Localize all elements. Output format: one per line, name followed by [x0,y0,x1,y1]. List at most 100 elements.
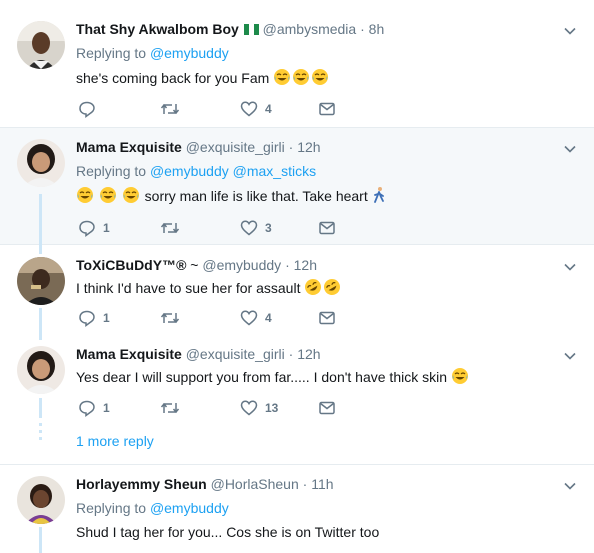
tweet-header: ToXiCBuDdY™® ~ @emybuddy · 12h [76,257,317,273]
tweet-actions: 1 3 [76,218,376,238]
reply-button[interactable]: 1 [78,218,110,238]
caret-down-icon[interactable] [563,24,577,38]
author-name[interactable]: Mama Exquisite [76,139,182,155]
retweet-button[interactable] [160,99,187,119]
reply-icon [79,101,95,118]
timestamp[interactable]: 12h [294,257,317,273]
avatar[interactable] [17,257,65,305]
timestamp[interactable]: 8h [369,21,385,37]
timestamp[interactable]: 11h [311,476,333,492]
avatar[interactable] [17,476,65,524]
reply-button[interactable]: 1 [78,308,110,328]
tears-of-joy-emoji-icon [311,68,329,89]
message-icon [319,221,335,235]
tweet-3[interactable]: ToXiCBuDdY™® ~ @emybuddy · 12h I think I… [0,245,594,340]
author-handle[interactable]: @HorlaSheun [211,476,299,492]
tears-of-joy-emoji-icon [122,186,140,207]
person-walking-emoji-icon [372,186,386,207]
tweet-actions: 1 4 [76,308,376,328]
caret-down-icon[interactable] [563,349,577,363]
retweet-button[interactable] [160,218,187,238]
more-replies-link[interactable]: 1 more reply [76,433,154,449]
caret-down-icon[interactable] [563,142,577,156]
retweet-button[interactable] [160,398,187,418]
tweet-thread: ToXiCBuDdY™® ~ @emybuddy · 12h I think I… [0,245,594,465]
tears-of-joy-emoji-icon [292,68,310,89]
replying-to: Replying to @emybuddy @max_sticks [76,163,316,179]
tweet-header: That Shy Akwalbom Boy @ambysmedia · 8h [76,21,384,37]
message-icon [319,401,335,415]
like-icon [240,400,258,416]
avatar[interactable] [17,21,65,69]
like-button[interactable]: 13 [240,398,278,418]
avatar[interactable] [17,346,65,394]
separator: · [302,476,308,492]
author-handle[interactable]: @emybuddy [202,257,281,273]
author-name[interactable]: Mama Exquisite [76,346,182,362]
message-icon [319,102,335,116]
mention-link[interactable]: @max_sticks [233,163,316,179]
like-count: 13 [265,401,279,415]
message-button[interactable] [318,308,336,328]
reply-button[interactable]: 1 [78,398,110,418]
reply-icon [79,400,95,417]
tears-of-joy-emoji-icon [273,68,291,89]
tweet-body: sorry man life is like that. Take heart [144,188,368,204]
tweet-1[interactable]: That Shy Akwalbom Boy @ambysmedia · 8h R… [0,0,594,128]
like-icon [240,310,258,326]
reply-count: 1 [103,311,110,325]
separator: · [360,21,365,37]
like-button[interactable]: 4 [240,308,272,328]
tears-of-joy-emoji-icon [99,186,117,207]
author-name[interactable]: ToXiCBuDdY™® [76,257,186,273]
author-name[interactable]: Horlayemmy Sheun [76,476,207,492]
reply-icon [79,310,95,327]
tweet-2[interactable]: Mama Exquisite @exquisite_girli · 12h Re… [0,128,594,245]
author-handle[interactable]: @exquisite_girli [186,346,285,362]
separator: · [285,257,290,273]
thread-line [39,527,42,553]
like-button[interactable]: 4 [240,99,272,119]
tears-of-joy-emoji-icon [76,186,94,207]
retweet-button[interactable] [160,308,187,328]
replying-label: Replying to [76,500,147,516]
replying-to: Replying to @emybuddy [76,45,229,61]
mention-link[interactable]: @emybuddy [150,163,229,179]
like-icon [240,101,258,117]
tweet-text: I think I'd have to sue her for assault [76,278,342,299]
like-icon [240,220,258,236]
reply-count: 1 [103,221,110,235]
retweet-icon [160,103,180,115]
tweet-4[interactable]: Mama Exquisite @exquisite_girli · 12h Ye… [0,340,594,430]
like-button[interactable]: 3 [240,218,272,238]
tweet-body: Shud I tag her for you... Cos she is on … [76,524,380,540]
tweet-body: I think I'd have to sue her for assault [76,280,301,296]
tweet-body: she's coming back for you Fam [76,70,270,86]
like-count: 4 [265,102,272,116]
tweet-text: she's coming back for you Fam [76,68,330,89]
thread-line [39,194,42,245]
tweet-body: Yes dear I will support you from far....… [76,369,447,385]
retweet-icon [160,402,180,414]
caret-down-icon[interactable] [563,479,577,493]
tweet-5[interactable]: Horlayemmy Sheun @HorlaSheun · 11h Reply… [0,465,594,553]
mention-link[interactable]: @emybuddy [150,45,229,61]
timestamp[interactable]: 12h [297,346,320,362]
timestamp[interactable]: 12h [297,139,320,155]
tweet-text: Shud I tag her for you... Cos she is on … [76,524,379,540]
avatar[interactable] [17,139,65,187]
reply-button[interactable] [78,99,103,119]
tweet-text: Yes dear I will support you from far....… [76,367,470,388]
mention-link[interactable]: @emybuddy [150,500,229,516]
rofl-emoji-icon [304,278,322,299]
tweet-header: Horlayemmy Sheun @HorlaSheun · 11h [76,476,334,492]
message-button[interactable] [318,218,336,238]
message-button[interactable] [318,398,336,418]
tweet-header: Mama Exquisite @exquisite_girli · 12h [76,346,321,362]
author-handle[interactable]: @ambysmedia [263,21,357,37]
caret-down-icon[interactable] [563,260,577,274]
message-button[interactable] [318,99,336,119]
replying-to: Replying to @emybuddy [76,500,229,516]
author-name[interactable]: That Shy Akwalbom Boy [76,21,239,37]
author-handle[interactable]: @exquisite_girli [186,139,285,155]
